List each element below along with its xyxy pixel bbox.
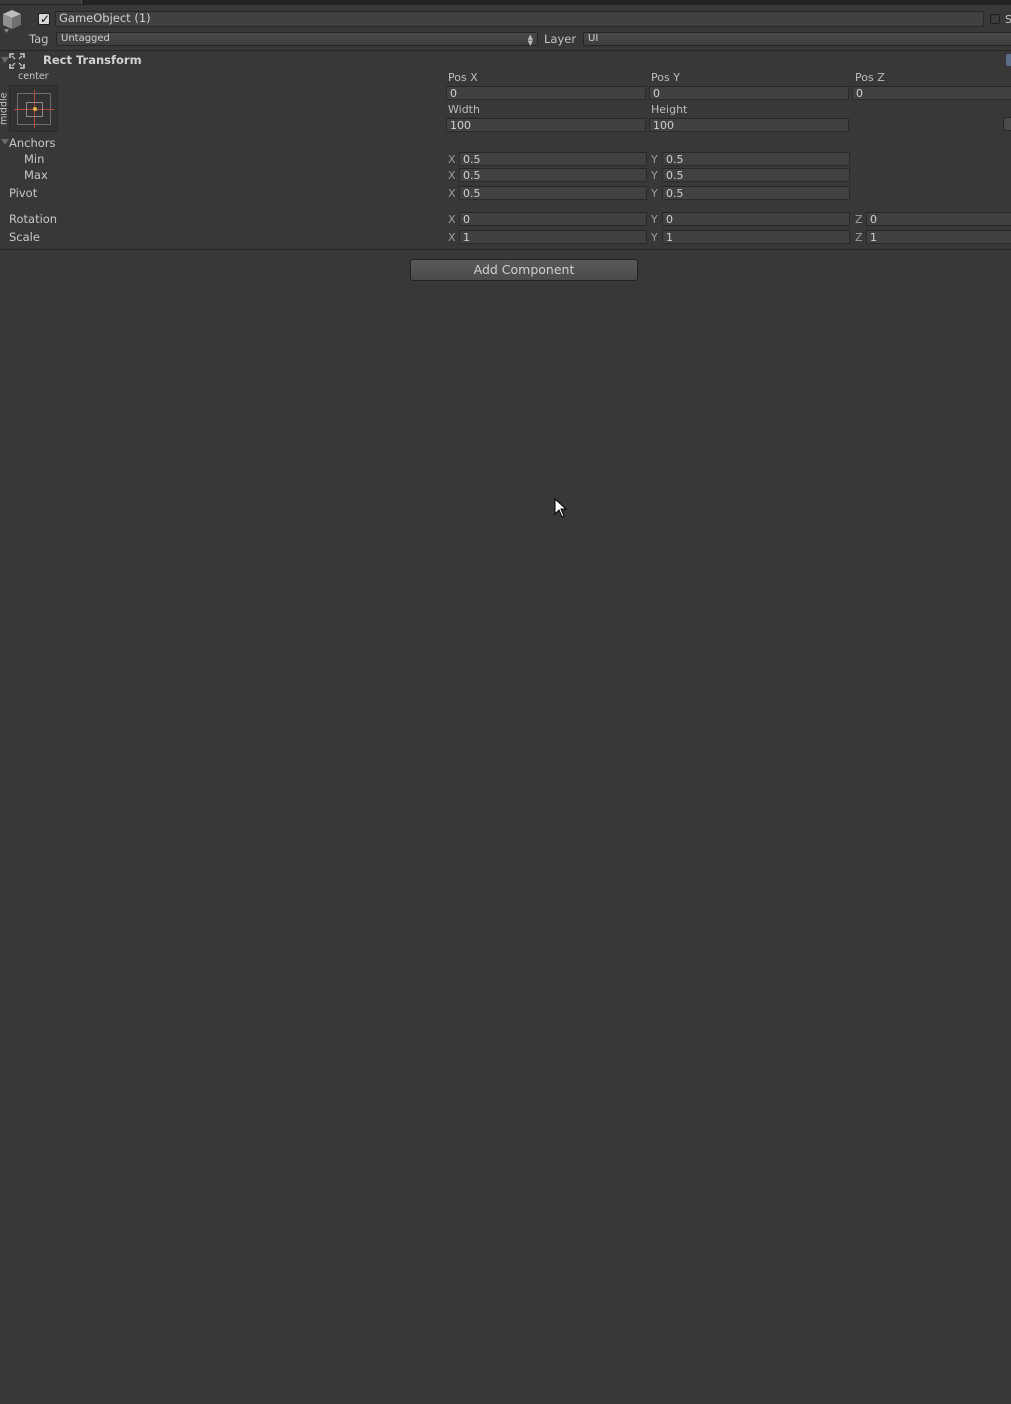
pivot-dot [33, 107, 37, 111]
tag-value: Untagged [61, 33, 110, 44]
pos-y-label: Pos Y [651, 71, 680, 84]
rotation-x-axis-label: X [448, 213, 456, 226]
anchor-max-x-field[interactable]: 0.5 [459, 168, 647, 182]
add-component-button[interactable]: Add Component [410, 259, 638, 281]
anchor-min-y-field[interactable]: 0.5 [662, 152, 850, 166]
anchor-preset-icon [14, 90, 54, 128]
scale-label: Scale [9, 230, 40, 244]
scale-z-axis-label: Z [855, 231, 863, 244]
layer-value: UI [588, 33, 599, 44]
anchor-preset-button[interactable] [9, 85, 58, 132]
layer-dropdown[interactable]: UI [583, 32, 1011, 46]
scale-y-axis-label: Y [651, 231, 658, 244]
static-label: S [1005, 13, 1011, 26]
pivot-y-axis-label: Y [651, 187, 658, 200]
scale-x-axis-label: X [448, 231, 456, 244]
width-field[interactable]: 100 [446, 118, 646, 132]
rotation-y-field[interactable]: 0 [662, 212, 850, 226]
checkmark-icon: ✓ [39, 12, 51, 26]
pos-z-label: Pos Z [855, 71, 885, 84]
scale-z-field[interactable]: 1 [866, 230, 1011, 244]
pos-z-field[interactable]: 0 [852, 86, 1011, 100]
anchor-min-x-field[interactable]: 0.5 [459, 152, 647, 166]
rect-transform-icon [9, 53, 25, 69]
layer-label: Layer [544, 32, 577, 46]
component-title[interactable]: Rect Transform [43, 54, 142, 67]
rotation-y-axis-label: Y [651, 213, 658, 226]
tag-dropdown[interactable]: Untagged ▲ ▼ [56, 32, 538, 47]
anchor-max-x-axis-label: X [448, 169, 456, 182]
active-checkbox[interactable]: ✓ [38, 12, 51, 26]
inspector-tab[interactable] [0, 0, 82, 4]
anchor-max-y-axis-label: Y [651, 169, 658, 182]
scale-x-field[interactable]: 1 [459, 230, 647, 244]
anchors-min-label: Min [24, 152, 45, 166]
pivot-label: Pivot [9, 186, 38, 200]
anchor-max-y-field[interactable]: 0.5 [662, 168, 850, 182]
pivot-y-field[interactable]: 0.5 [662, 186, 850, 200]
pos-y-field[interactable]: 0 [649, 86, 849, 100]
anchors-foldout-arrow-icon[interactable] [1, 139, 9, 145]
rotation-z-field[interactable]: 0 [866, 212, 1011, 226]
width-label: Width [448, 103, 480, 116]
anchor-min-x-axis-label: X [448, 153, 456, 166]
preset-horizontal-label: center [18, 71, 49, 82]
static-checkbox[interactable] [990, 14, 1000, 24]
height-label: Height [651, 103, 688, 116]
height-field[interactable]: 100 [649, 118, 849, 132]
component-foldout-arrow-icon[interactable] [1, 57, 9, 63]
mouse-cursor-icon [554, 498, 568, 518]
rotation-label: Rotation [9, 212, 58, 226]
component-settings-icon[interactable] [1006, 54, 1011, 66]
scale-y-field[interactable]: 1 [662, 230, 850, 244]
tag-label: Tag [29, 32, 49, 46]
header-divider [0, 50, 1011, 51]
component-divider [0, 249, 1011, 250]
pos-x-field[interactable]: 0 [446, 86, 646, 100]
object-name-field[interactable]: GameObject (1) [55, 11, 984, 27]
preset-vertical-label: middle [0, 92, 10, 125]
anchors-max-label: Max [24, 168, 48, 182]
rotation-x-field[interactable]: 0 [459, 212, 647, 226]
rotation-z-axis-label: Z [855, 213, 863, 226]
pivot-x-field[interactable]: 0.5 [459, 186, 647, 200]
anchors-label[interactable]: Anchors [9, 137, 56, 150]
top-strip [0, 0, 1011, 5]
dropdown-arrows-icon: ▲ ▼ [527, 33, 533, 47]
pivot-x-axis-label: X [448, 187, 456, 200]
gameobject-cube-icon [3, 10, 21, 33]
raw-edit-button[interactable] [1003, 117, 1011, 131]
pos-x-label: Pos X [448, 71, 478, 84]
anchor-min-y-axis-label: Y [651, 153, 658, 166]
